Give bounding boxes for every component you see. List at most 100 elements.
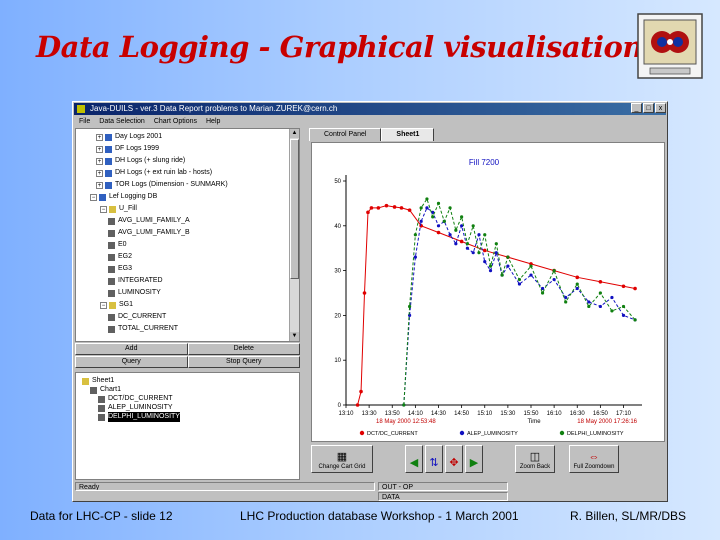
scroll-up-icon[interactable]: ▲: [290, 129, 299, 138]
data-point: [460, 215, 464, 219]
tree-item[interactable]: AVG_LUMI_FAMILY_B: [108, 228, 190, 238]
tree-item[interactable]: − U_Fill: [100, 204, 137, 214]
expand-icon[interactable]: +: [96, 169, 103, 177]
tree-item[interactable]: DC_CURRENT: [108, 312, 166, 322]
legend-marker: [359, 430, 365, 436]
minimize-button[interactable]: _: [631, 103, 642, 113]
x-tick-label: 16:10: [547, 411, 563, 417]
fit-button[interactable]: ⇅: [425, 445, 443, 473]
maximize-button[interactable]: □: [643, 103, 654, 113]
scroll-thumb[interactable]: [290, 139, 299, 279]
menu-help[interactable]: Help: [206, 116, 220, 127]
tree-item-label: E0: [118, 241, 127, 248]
tree-item[interactable]: + Day Logs 2001: [96, 132, 162, 142]
menubar: File Data Selection Chart Options Help: [75, 116, 220, 127]
folder-icon: [109, 301, 116, 309]
y-tick-label: 0: [338, 403, 342, 409]
change-grid-label: Change Cart Grid: [318, 464, 366, 470]
tree-item[interactable]: EG3: [108, 264, 132, 274]
change-grid-button[interactable]: ▦ Change Cart Grid: [311, 445, 373, 473]
expand-icon[interactable]: +: [96, 181, 103, 189]
add-button[interactable]: Add: [75, 343, 188, 355]
tree-item[interactable]: + DH Logs (+ ext ruin lab - hosts): [96, 168, 212, 178]
full-zoomdown-button[interactable]: ⇔ Full Zoomdown: [569, 445, 619, 473]
file-icon: [98, 395, 105, 403]
data-point: [621, 304, 626, 309]
data-tree: + Day Logs 2001 + DF Logs 1999 + DH Logs (+ s…: [75, 128, 300, 342]
collapse-icon[interactable]: −: [90, 193, 97, 201]
data-point: [471, 224, 475, 228]
window-controls: _ □ x: [631, 103, 666, 113]
expand-icon[interactable]: +: [96, 133, 103, 141]
status-ready: Ready: [75, 482, 375, 491]
arrow-left-icon: ◀: [409, 457, 419, 469]
tree-item-label: EG3: [118, 265, 133, 272]
tree-item[interactable]: EG2: [108, 252, 132, 262]
file-icon: [108, 277, 115, 285]
tree-item[interactable]: INTEGRATED: [108, 276, 163, 286]
collapse-icon[interactable]: −: [100, 301, 107, 309]
database-icon: [105, 169, 112, 177]
menu-data-selection[interactable]: Data Selection: [99, 116, 145, 127]
data-point: [587, 304, 591, 309]
y-tick-label: 30: [334, 269, 341, 275]
stop-query-button[interactable]: Stop Query: [187, 356, 300, 368]
status-data: DATA: [378, 492, 508, 501]
data-point: [529, 273, 533, 277]
tree-item[interactable]: + TOR Logs (Dimension - SUNMARK): [96, 180, 228, 190]
menu-file[interactable]: File: [79, 116, 90, 127]
x-tick-label: 13:10: [338, 411, 354, 417]
slide-title: Data Logging - Graphical visualisation: [36, 30, 643, 64]
expand-icon[interactable]: +: [96, 157, 103, 165]
collapse-icon[interactable]: −: [100, 205, 107, 213]
data-point: [471, 251, 475, 255]
tree-item-label: DH Logs (+ slung ride): [115, 157, 186, 164]
zoom-back-button[interactable]: ◫ Zoom Back: [515, 445, 555, 473]
tab-control-panel[interactable]: Control Panel: [309, 128, 382, 141]
pan-left-button[interactable]: ◀: [405, 445, 423, 473]
tab-sheet1[interactable]: Sheet1: [381, 128, 435, 141]
sheet-tree-item[interactable]: DELPHI_LUMINOSITY: [98, 412, 180, 422]
data-point: [419, 219, 423, 223]
zoom-in-button[interactable]: ✥: [445, 445, 463, 473]
tree-item[interactable]: − Lef Logging DB: [90, 192, 157, 202]
scroll-down-icon[interactable]: ▼: [290, 332, 299, 341]
data-point: [419, 206, 423, 210]
x-tick-label: 13:30: [362, 411, 378, 417]
data-point: [399, 206, 404, 210]
legend-label: DELPHI_LUMINOSITY: [567, 431, 624, 437]
query-row: Query Stop Query: [75, 356, 300, 368]
x-tick-label: 15:10: [477, 411, 493, 417]
data-point: [488, 269, 493, 273]
expand-icon[interactable]: +: [96, 145, 103, 153]
menu-chart-options[interactable]: Chart Options: [154, 116, 197, 127]
tree-item[interactable]: + DH Logs (+ slung ride): [96, 156, 185, 166]
tree-item[interactable]: + DF Logs 1999: [96, 144, 159, 154]
x-tick-label: 16:30: [570, 411, 586, 417]
add-delete-row: Add Delete: [75, 343, 300, 355]
data-point: [402, 403, 406, 407]
data-point: [477, 251, 481, 255]
tree-item[interactable]: E0: [108, 240, 127, 250]
tree-scrollbar[interactable]: ▲ ▼: [289, 129, 299, 341]
pan-right-button[interactable]: ▶: [465, 445, 483, 473]
tree-item[interactable]: TOTAL_CURRENT: [108, 324, 178, 334]
tree-item[interactable]: − SG1: [100, 300, 133, 310]
fit-icon: ⇅: [429, 457, 439, 469]
tree-item[interactable]: LUMINOSITY: [108, 288, 161, 298]
arrow-right-icon: ▶: [469, 457, 479, 469]
database-icon: [105, 181, 112, 189]
data-point: [459, 239, 464, 244]
data-point: [448, 206, 452, 210]
tree-item-label: LUMINOSITY: [118, 289, 161, 296]
x-tick-label: 14:10: [408, 411, 424, 417]
tree-item[interactable]: AVG_LUMI_FAMILY_A: [108, 216, 190, 226]
close-button[interactable]: x: [655, 103, 666, 113]
data-point: [575, 282, 579, 286]
y-tick-label: 40: [334, 224, 341, 230]
delete-button[interactable]: Delete: [187, 343, 300, 355]
tree-item-label: SG1: [119, 301, 134, 308]
window-titlebar[interactable]: Java-DUILS - ver.3 Data Report problems …: [74, 103, 666, 115]
data-point: [376, 206, 381, 210]
query-button[interactable]: Query: [75, 356, 188, 368]
